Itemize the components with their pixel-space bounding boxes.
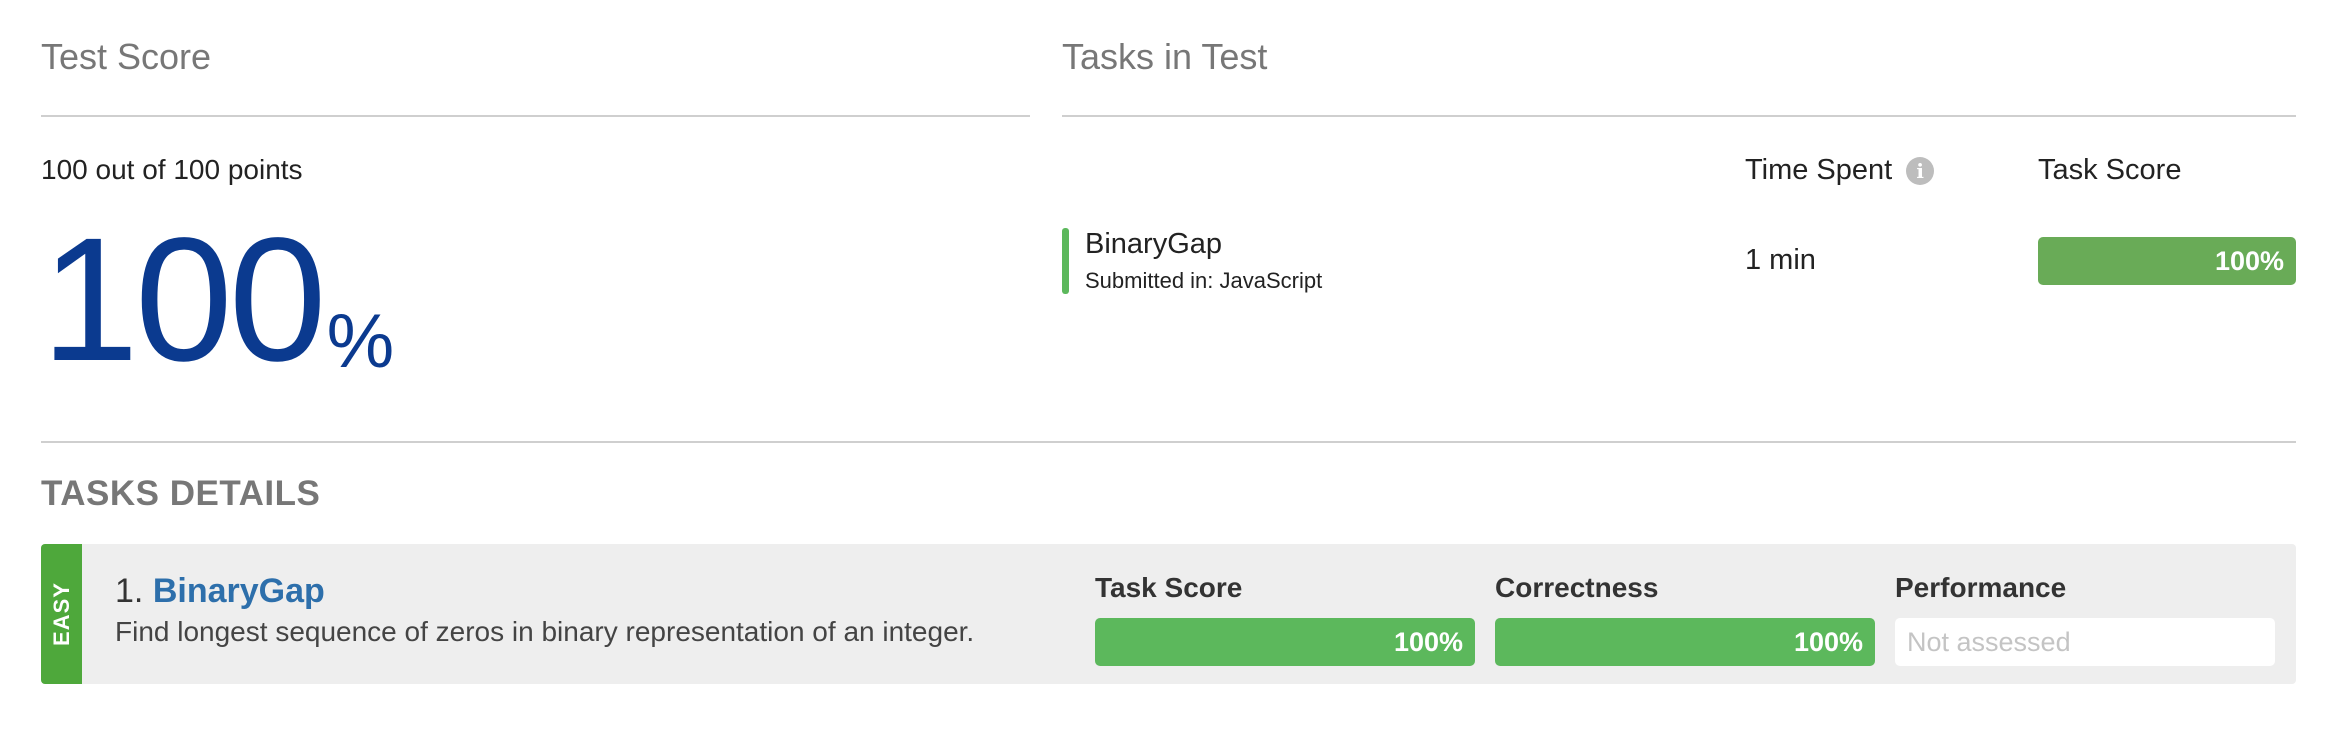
task-detail-card: EASY 1. BinaryGap Find longest sequence … xyxy=(41,544,2296,684)
test-score-heading: Test Score xyxy=(41,36,212,77)
detail-task-score-bar: 100% xyxy=(1095,618,1475,666)
difficulty-strip: EASY xyxy=(41,544,82,684)
tasks-in-test-divider xyxy=(1062,115,2296,117)
difficulty-badge: EASY xyxy=(48,582,74,646)
performance-value: Not assessed xyxy=(1895,618,2275,666)
time-spent-header: Time Spent i xyxy=(1745,154,1935,187)
section-divider xyxy=(41,441,2296,443)
task-name[interactable]: BinaryGap xyxy=(1085,228,1222,261)
performance-label: Performance xyxy=(1895,572,2067,603)
task-row: BinaryGap Submitted in: JavaScript 1 min… xyxy=(1062,228,2296,294)
tasks-details-heading: TASKS DETAILS xyxy=(41,474,321,513)
time-spent-header-label: Time Spent xyxy=(1745,154,1893,186)
tasks-in-test-heading: Tasks in Test xyxy=(1062,36,1268,77)
task-detail-number: 1. xyxy=(115,572,144,610)
task-time-spent: 1 min xyxy=(1745,244,1816,276)
score-percentage: 100 % xyxy=(41,212,394,388)
task-detail-description: Find longest sequence of zeros in binary… xyxy=(115,616,975,647)
detail-task-score-label: Task Score xyxy=(1095,572,1243,603)
task-submitted-language: Submitted in: JavaScript xyxy=(1085,268,1323,293)
score-percentage-value: 100 xyxy=(41,202,327,398)
correctness-label: Correctness xyxy=(1495,572,1659,603)
task-score-header: Task Score xyxy=(2038,154,2182,186)
task-detail-link[interactable]: BinaryGap xyxy=(153,572,325,610)
task-score-bar: 100% xyxy=(2038,237,2296,285)
task-status-marker xyxy=(1062,228,1069,294)
correctness-bar: 100% xyxy=(1495,618,1875,666)
info-icon[interactable]: i xyxy=(1906,156,1935,185)
test-score-divider xyxy=(41,115,1030,117)
score-percentage-sign: % xyxy=(326,299,395,384)
points-summary: 100 out of 100 points xyxy=(41,154,303,185)
task-detail-title: 1. BinaryGap xyxy=(115,572,325,611)
